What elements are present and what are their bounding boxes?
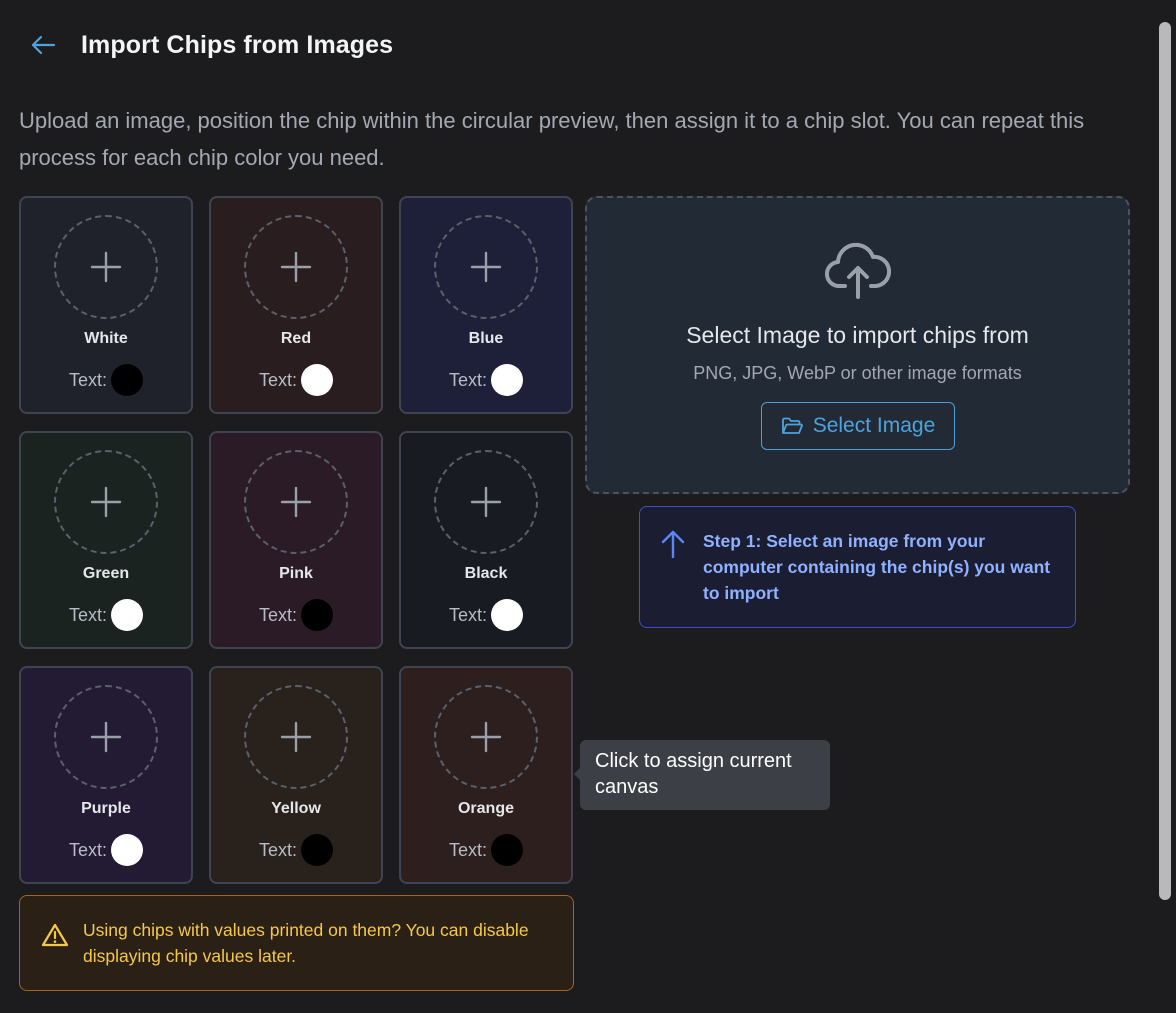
chip-name: Black bbox=[464, 565, 508, 582]
chip-slot-preview[interactable] bbox=[434, 450, 538, 554]
select-image-button[interactable]: Select Image bbox=[761, 402, 955, 450]
text-color-label: Text: bbox=[68, 604, 107, 625]
plus-icon bbox=[280, 251, 312, 283]
text-color-row: Text: bbox=[21, 834, 191, 866]
plus-icon bbox=[280, 486, 312, 518]
chip-name: Orange bbox=[457, 800, 514, 817]
text-color-swatch[interactable] bbox=[491, 364, 523, 396]
chip-slot-preview[interactable] bbox=[244, 450, 348, 554]
chip-slot-white[interactable]: White Text: bbox=[19, 196, 193, 414]
text-color-swatch[interactable] bbox=[301, 364, 333, 396]
text-color-row: Text: bbox=[21, 364, 191, 396]
text-color-label: Text: bbox=[448, 369, 487, 390]
text-color-label: Text: bbox=[68, 839, 107, 860]
cloud-upload-icon bbox=[825, 242, 891, 299]
text-color-swatch[interactable] bbox=[111, 599, 143, 631]
text-color-label: Text: bbox=[68, 369, 107, 390]
plus-icon bbox=[470, 486, 502, 518]
text-color-row: Text: bbox=[401, 834, 571, 866]
chip-slot-red[interactable]: Red Text: bbox=[209, 196, 383, 414]
plus-icon bbox=[90, 486, 122, 518]
chip-slot-blue[interactable]: Blue Text: bbox=[399, 196, 573, 414]
step-hint-text: Step 1: Select an image from your comput… bbox=[703, 531, 1051, 603]
text-color-row: Text: bbox=[211, 599, 381, 631]
chip-slot-orange[interactable]: Orange Text: bbox=[399, 666, 573, 884]
scrollbar[interactable] bbox=[1159, 22, 1171, 900]
warning-banner: Using chips with values printed on them?… bbox=[19, 895, 574, 991]
text-color-swatch[interactable] bbox=[301, 834, 333, 866]
chip-slot-preview[interactable] bbox=[54, 215, 158, 319]
text-color-swatch[interactable] bbox=[491, 599, 523, 631]
text-color-label: Text: bbox=[258, 839, 297, 860]
chip-slot-yellow[interactable]: Yellow Text: bbox=[209, 666, 383, 884]
text-color-label: Text: bbox=[258, 604, 297, 625]
chip-name: Yellow bbox=[271, 800, 321, 817]
assign-tooltip: Click to assign current canvas bbox=[574, 740, 830, 810]
chip-slot-preview[interactable] bbox=[434, 215, 538, 319]
text-color-row: Text: bbox=[211, 364, 381, 396]
text-color-swatch[interactable] bbox=[491, 834, 523, 866]
chip-slot-green[interactable]: Green Text: bbox=[19, 431, 193, 649]
text-color-swatch[interactable] bbox=[111, 364, 143, 396]
arrow-up-icon bbox=[661, 530, 685, 559]
text-color-row: Text: bbox=[401, 364, 571, 396]
chip-name: Blue bbox=[468, 330, 504, 347]
text-color-label: Text: bbox=[258, 369, 297, 390]
plus-icon bbox=[470, 251, 502, 283]
warning-triangle-icon bbox=[41, 923, 69, 947]
text-color-row: Text: bbox=[401, 599, 571, 631]
text-color-label: Text: bbox=[448, 839, 487, 860]
chip-slot-black[interactable]: Black Text: bbox=[399, 431, 573, 649]
chip-slot-preview[interactable] bbox=[54, 450, 158, 554]
intro-text: Upload an image, position the chip withi… bbox=[19, 108, 1085, 170]
plus-icon bbox=[280, 721, 312, 753]
text-color-swatch[interactable] bbox=[111, 834, 143, 866]
dropzone-subtitle: PNG, JPG, WebP or other image formats bbox=[693, 363, 1022, 383]
plus-icon bbox=[470, 721, 502, 753]
warning-text: Using chips with values printed on them?… bbox=[83, 920, 529, 966]
select-image-label: Select Image bbox=[812, 414, 936, 437]
back-button[interactable] bbox=[30, 28, 60, 62]
chip-slot-preview[interactable] bbox=[244, 215, 348, 319]
chip-slot-preview[interactable] bbox=[244, 685, 348, 789]
chip-name: Pink bbox=[279, 565, 313, 582]
image-dropzone[interactable]: Select Image to import chips from PNG, J… bbox=[585, 196, 1130, 494]
plus-icon bbox=[90, 251, 122, 283]
dropzone-title: Select Image to import chips from bbox=[686, 322, 1029, 348]
step-hint: Step 1: Select an image from your comput… bbox=[639, 506, 1076, 628]
chip-slot-pink[interactable]: Pink Text: bbox=[209, 431, 383, 649]
chip-name: White bbox=[84, 330, 128, 347]
text-color-row: Text: bbox=[211, 834, 381, 866]
text-color-label: Text: bbox=[448, 604, 487, 625]
chip-slot-purple[interactable]: Purple Text: bbox=[19, 666, 193, 884]
chip-grid: White Text: Red Text: Blue Text: Green T… bbox=[19, 196, 573, 884]
arrow-left-icon bbox=[31, 35, 56, 55]
plus-icon bbox=[90, 721, 122, 753]
chip-name: Purple bbox=[81, 800, 131, 817]
page-title: Import Chips from Images bbox=[81, 30, 394, 59]
header: Import Chips from Images bbox=[30, 28, 393, 62]
chip-name: Green bbox=[82, 565, 130, 582]
chip-name: Red bbox=[280, 330, 312, 347]
text-color-row: Text: bbox=[21, 599, 191, 631]
folder-open-icon bbox=[781, 417, 803, 434]
chip-slot-preview[interactable] bbox=[54, 685, 158, 789]
text-color-swatch[interactable] bbox=[301, 599, 333, 631]
chip-slot-preview[interactable] bbox=[434, 685, 538, 789]
